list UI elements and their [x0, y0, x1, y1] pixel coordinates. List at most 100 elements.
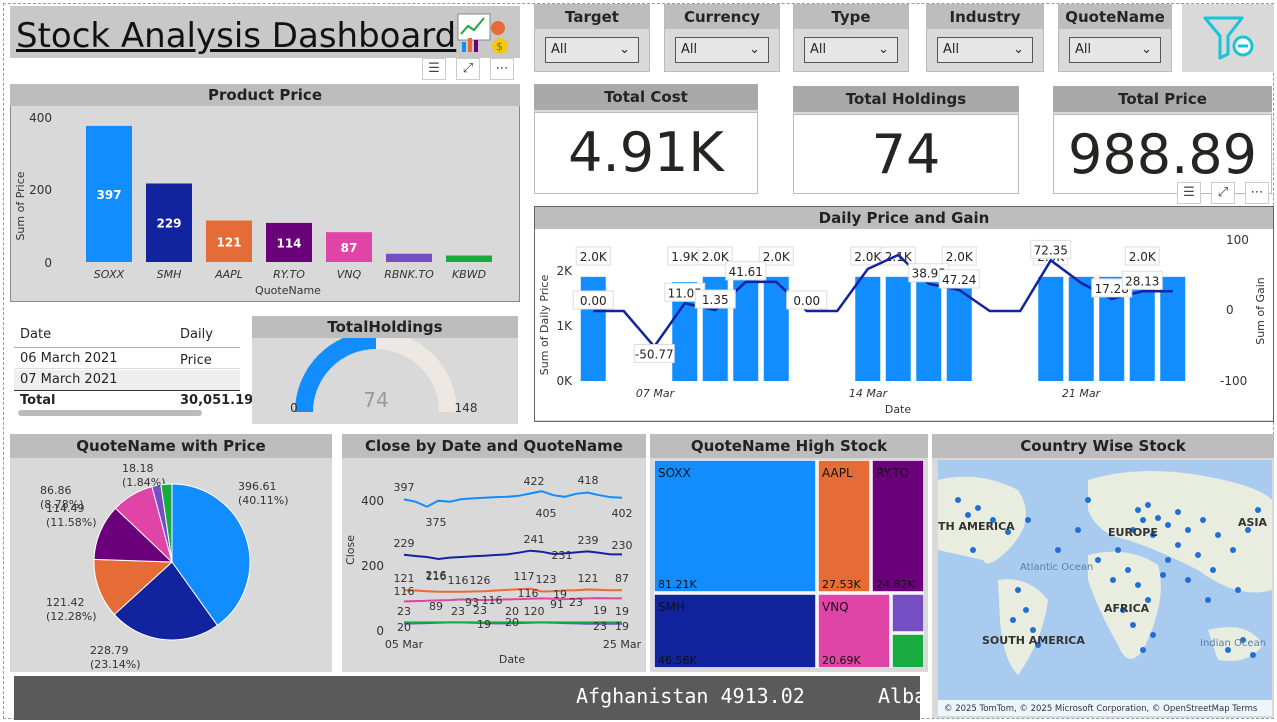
kpi-value: 4.91K [534, 112, 758, 194]
map-point[interactable] [1030, 627, 1036, 633]
map-point[interactable] [1085, 497, 1091, 503]
slicer-currency[interactable]: Currency All ⌄ [664, 4, 780, 72]
slicer-dropdown[interactable]: All ⌄ [937, 37, 1033, 63]
map-point[interactable] [1200, 517, 1206, 523]
map-point[interactable] [1140, 517, 1146, 523]
slicer-dropdown[interactable]: All ⌄ [675, 37, 769, 63]
map-point[interactable] [1185, 527, 1191, 533]
treemap-chart[interactable]: SOXX 81.21K SMH 46.56K AAPL 27.53K RY.TO 24.82K… [654, 460, 924, 668]
focus-mode-icon[interactable]: ⤢ [456, 58, 480, 80]
bar[interactable] [946, 276, 972, 381]
slicer-dropdown[interactable]: All ⌄ [804, 37, 898, 63]
map-point[interactable] [1235, 587, 1241, 593]
bar[interactable] [885, 276, 911, 381]
close-line-chart[interactable]: 400 200 0 Close 05 Mar 25 Mar Date 397 37… [342, 458, 646, 670]
filter-icon[interactable]: ☰ [1177, 182, 1201, 204]
series-line[interactable] [403, 587, 622, 593]
data-label: 0.00 [793, 294, 820, 308]
slicer-dropdown[interactable]: All ⌄ [545, 37, 639, 63]
map-point[interactable] [1230, 547, 1236, 553]
map-point[interactable] [965, 512, 971, 518]
country-map[interactable]: TH AMERICA EUROPE ASIA Atlantic Ocean AF… [938, 460, 1272, 716]
map-point[interactable] [1115, 547, 1121, 553]
map-point[interactable] [1210, 567, 1216, 573]
daily-price-table[interactable]: Date Daily Price 06 March 2021 07 March … [14, 318, 253, 418]
map-point[interactable] [1130, 622, 1136, 628]
x-tick: 21 Mar [1062, 387, 1102, 400]
bar[interactable] [1068, 276, 1094, 381]
series-line[interactable] [403, 490, 623, 508]
x-tick: RBNK.TO [384, 268, 434, 281]
map-point[interactable] [1215, 532, 1221, 538]
map-point[interactable] [955, 497, 961, 503]
bar[interactable] [733, 276, 759, 381]
bar[interactable] [916, 276, 942, 381]
treemap-tile[interactable] [891, 633, 924, 668]
data-label: 86.86 (8.78%) [40, 484, 84, 511]
product-price-chart[interactable]: 400 200 0 Sum of Price QuoteName 397 SOXX… [10, 106, 520, 300]
map-point[interactable] [1095, 557, 1101, 563]
column-header-date[interactable]: Date [20, 327, 51, 342]
table-row[interactable]: 06 March 2021 [14, 349, 240, 369]
map-attribution[interactable]: © 2025 TomTom, © 2025 Microsoft Corporat… [944, 704, 1258, 714]
tile-value: 24.82K [876, 578, 915, 591]
map-point[interactable] [1125, 567, 1131, 573]
bar[interactable] [1038, 276, 1064, 381]
slicer-quotename[interactable]: QuoteName All ⌄ [1058, 4, 1172, 72]
map-point[interactable] [1175, 542, 1181, 548]
map-point[interactable] [1075, 527, 1081, 533]
clear-filters-icon[interactable] [1202, 14, 1256, 62]
map-point[interactable] [1165, 522, 1171, 528]
more-options-icon[interactable]: ⋯ [1245, 182, 1269, 204]
map-point[interactable] [1205, 597, 1211, 603]
map-point[interactable] [1165, 557, 1171, 563]
table-row[interactable]: 07 March 2021 [14, 370, 240, 390]
map-point[interactable] [1145, 502, 1151, 508]
map-point[interactable] [1155, 515, 1161, 521]
data-label: 241 [524, 533, 545, 546]
y-axis-label: Sum of Daily Price [538, 275, 551, 376]
map-point[interactable] [1010, 617, 1016, 623]
chevron-down-icon: ⌄ [1013, 42, 1024, 57]
map-point[interactable] [1015, 587, 1021, 593]
bar[interactable] [855, 276, 881, 381]
horizontal-scrollbar[interactable] [18, 410, 202, 416]
map-point[interactable] [1140, 647, 1146, 653]
map-point[interactable] [1175, 509, 1181, 515]
kpi-total-cost: Total Cost 4.91K [534, 84, 758, 194]
chevron-down-icon: ⌄ [1141, 42, 1152, 57]
slicer-industry[interactable]: Industry All ⌄ [926, 4, 1044, 72]
map-point[interactable] [1055, 547, 1061, 553]
data-label: 23 [451, 605, 465, 618]
slicer-dropdown[interactable]: All ⌄ [1069, 37, 1161, 63]
slicer-label: Currency [665, 5, 779, 29]
map-point[interactable] [1195, 552, 1201, 558]
data-label: 41.61 [729, 265, 763, 279]
map-point[interactable] [1150, 632, 1156, 638]
daily-price-gain-chart[interactable]: 2K 1K 0K 100 0 -100 Sum of Daily Price S… [534, 229, 1274, 421]
bar[interactable] [386, 253, 432, 262]
pie-chart[interactable]: 396.61 (40.11%) 228.79 (23.14%) 121.42 (12.28… [10, 458, 332, 670]
map-point[interactable] [1250, 652, 1256, 658]
map-point[interactable] [1110, 577, 1116, 583]
bar[interactable] [446, 255, 492, 262]
focus-mode-icon[interactable]: ⤢ [1211, 182, 1235, 204]
map-point[interactable] [1160, 572, 1166, 578]
treemap-tile[interactable] [891, 593, 924, 633]
y2-tick: -100 [1220, 374, 1247, 388]
series-line[interactable] [403, 549, 622, 561]
map-point[interactable] [975, 505, 981, 511]
x-axis-label: Date [499, 653, 526, 666]
map-point[interactable] [1025, 517, 1031, 523]
map-point[interactable] [1185, 577, 1191, 583]
slicer-type[interactable]: Type All ⌄ [793, 4, 909, 72]
map-point[interactable] [1135, 507, 1141, 513]
filter-icon[interactable]: ☰ [422, 58, 446, 80]
map-point[interactable] [1135, 582, 1141, 588]
slicer-target[interactable]: Target All ⌄ [534, 4, 650, 72]
map-point[interactable] [970, 547, 976, 553]
bar[interactable] [763, 276, 789, 381]
map-point[interactable] [1255, 507, 1261, 513]
map-point[interactable] [1023, 607, 1029, 613]
more-options-icon[interactable]: ⋯ [490, 58, 514, 80]
